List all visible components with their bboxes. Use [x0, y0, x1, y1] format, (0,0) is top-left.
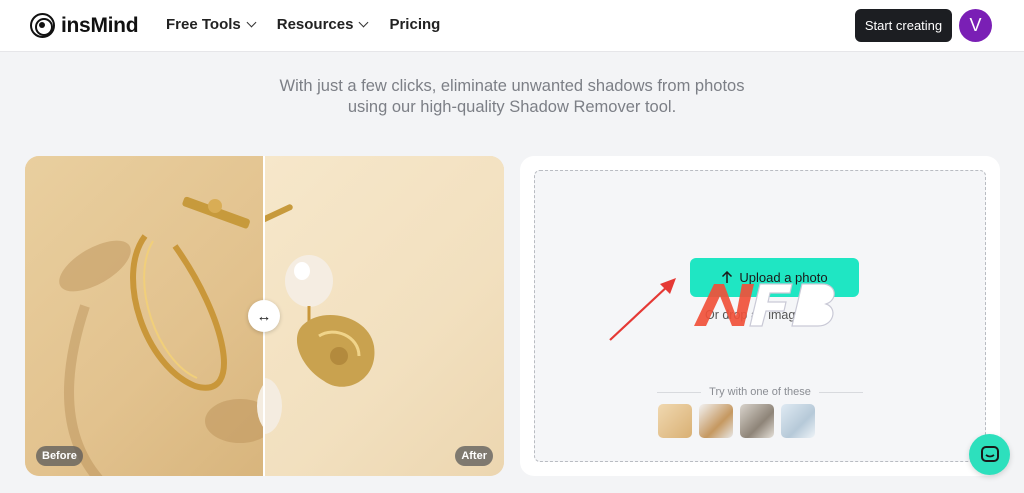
top-navbar: insMind Free Tools Resources Pricing Sta… [0, 0, 1024, 52]
after-image [246, 156, 504, 476]
brand-logo[interactable]: insMind [30, 13, 139, 38]
menu-pricing-label: Pricing [389, 16, 441, 33]
divider-line [818, 391, 864, 393]
hero-subtitle-line2: using our high-quality Shadow Remover to… [347, 98, 677, 116]
try-samples-heading: Try with one of these [657, 386, 864, 398]
comparison-slider-handle[interactable]: ↔ [248, 300, 280, 332]
chevron-down-icon [246, 17, 257, 28]
logo-icon [30, 13, 55, 38]
before-label: Before [36, 446, 83, 466]
chat-icon [980, 445, 999, 462]
hero-subtitle-line1: With just a few clicks, eliminate unwant… [279, 77, 745, 95]
divider-line [657, 391, 702, 393]
avatar[interactable]: V [959, 9, 992, 42]
sample-earrings-thumbnail[interactable] [658, 404, 692, 438]
chat-widget-button[interactable] [969, 434, 1010, 475]
annotation-arrow [609, 278, 676, 341]
sample-images [658, 404, 815, 438]
chevron-down-icon [359, 17, 369, 28]
earring-after-illustration [246, 204, 375, 434]
menu-resources-label: Resources [276, 16, 354, 33]
start-creating-button[interactable]: Start creating [855, 9, 952, 42]
sample-flowers-thumbnail[interactable] [781, 404, 815, 438]
sample-vase-thumbnail[interactable] [740, 404, 774, 438]
try-samples-label: Try with one of these [709, 386, 811, 398]
hero-subtitle: With just a few clicks, eliminate unwant… [0, 76, 1024, 118]
after-label: After [455, 446, 493, 466]
menu-free-tools[interactable]: Free Tools [166, 16, 257, 33]
earring-before-illustration [59, 196, 293, 476]
sample-bike-thumbnail[interactable] [699, 404, 733, 438]
watermark-logo [694, 283, 835, 327]
before-image [25, 156, 293, 476]
main-menu: Free Tools Resources Pricing [166, 16, 440, 33]
before-after-comparison[interactable]: ↔ Before After [25, 156, 504, 476]
menu-pricing[interactable]: Pricing [389, 16, 440, 33]
left-right-arrow-icon: ↔ [256, 307, 272, 325]
menu-resources[interactable]: Resources [276, 16, 369, 33]
brand-name: insMind [61, 13, 139, 37]
menu-free-tools-label: Free Tools [166, 16, 241, 33]
